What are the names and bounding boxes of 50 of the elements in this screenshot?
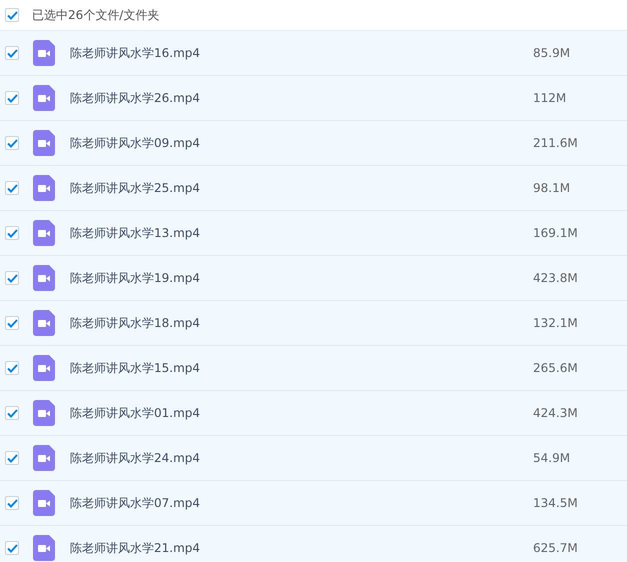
- file-size: 134.5M: [533, 495, 578, 512]
- file-name[interactable]: 陈老师讲风水学18.mp4: [70, 314, 370, 332]
- video-file-icon: [33, 265, 55, 291]
- checkbox[interactable]: [5, 451, 19, 465]
- checkbox[interactable]: [5, 316, 19, 330]
- checkbox[interactable]: [5, 271, 19, 285]
- file-name[interactable]: 陈老师讲风水学21.mp4: [70, 539, 370, 557]
- file-size: 424.3M: [533, 405, 578, 422]
- file-name[interactable]: 陈老师讲风水学13.mp4: [70, 224, 370, 242]
- checkbox[interactable]: [5, 361, 19, 375]
- file-size: 132.1M: [533, 315, 578, 332]
- file-size: 169.1M: [533, 225, 578, 242]
- video-file-icon: [33, 355, 55, 381]
- video-file-icon: [33, 175, 55, 201]
- file-size: 265.6M: [533, 360, 578, 377]
- file-size: 625.7M: [533, 540, 578, 557]
- file-name[interactable]: 陈老师讲风水学07.mp4: [70, 494, 370, 512]
- video-file-icon: [33, 310, 55, 336]
- file-name[interactable]: 陈老师讲风水学09.mp4: [70, 134, 370, 152]
- checkbox[interactable]: [5, 181, 19, 195]
- video-file-icon: [33, 400, 55, 426]
- file-size: 112M: [533, 90, 566, 107]
- file-name[interactable]: 陈老师讲风水学16.mp4: [70, 44, 370, 62]
- checkbox[interactable]: [5, 8, 19, 22]
- checkbox[interactable]: [5, 406, 19, 420]
- file-size: 423.8M: [533, 270, 578, 287]
- video-file-icon: [33, 130, 55, 156]
- file-name[interactable]: 陈老师讲风水学26.mp4: [70, 89, 370, 107]
- video-file-icon: [33, 445, 55, 471]
- file-size: 211.6M: [533, 135, 578, 152]
- file-name[interactable]: 陈老师讲风水学01.mp4: [70, 404, 370, 422]
- checkbox[interactable]: [5, 91, 19, 105]
- file-name[interactable]: 陈老师讲风水学19.mp4: [70, 269, 370, 287]
- video-file-icon: [33, 490, 55, 516]
- video-file-icon: [33, 85, 55, 111]
- checkbox[interactable]: [5, 541, 19, 555]
- checkbox[interactable]: [5, 46, 19, 60]
- video-file-icon: [33, 535, 55, 561]
- video-file-icon: [33, 40, 55, 66]
- checkbox[interactable]: [5, 226, 19, 240]
- file-size: 85.9M: [533, 45, 570, 62]
- checkbox[interactable]: [5, 496, 19, 510]
- checkbox[interactable]: [5, 136, 19, 150]
- file-name[interactable]: 陈老师讲风水学24.mp4: [70, 449, 370, 467]
- file-name[interactable]: 陈老师讲风水学15.mp4: [70, 359, 370, 377]
- selection-count: 已选中26个文件/文件夹: [32, 7, 160, 24]
- video-file-icon: [33, 220, 55, 246]
- file-size: 54.9M: [533, 450, 570, 467]
- file-name[interactable]: 陈老师讲风水学25.mp4: [70, 179, 370, 197]
- file-size: 98.1M: [533, 180, 570, 197]
